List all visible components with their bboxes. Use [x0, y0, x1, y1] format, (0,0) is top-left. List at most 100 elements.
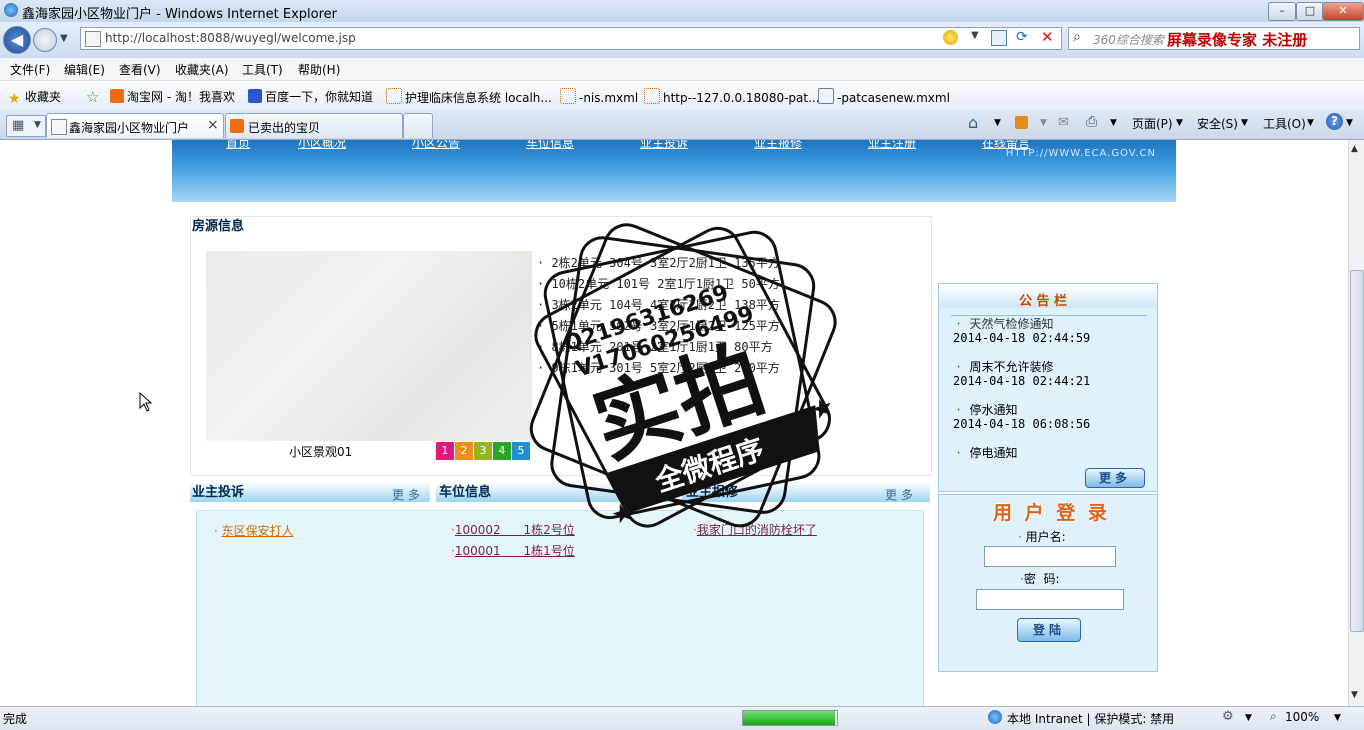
- refresh-icon[interactable]: ⟳: [1016, 29, 1028, 45]
- house-item[interactable]: · 5栋1单元 502号 3室2厅1厨2卫 125平方: [537, 317, 780, 334]
- nav-parking[interactable]: 车位信息: [526, 140, 574, 151]
- help-dropdown-icon[interactable]: ▼: [1346, 118, 1353, 128]
- nav-home[interactable]: 首页: [226, 140, 250, 151]
- help-icon[interactable]: ?: [1326, 113, 1343, 130]
- security-zone[interactable]: 本地 Intranet | 保护模式: 禁用: [1007, 710, 1174, 727]
- fav-label: http--127.0.0.18080-pat...: [663, 91, 820, 105]
- login-button[interactable]: 登陆: [1017, 618, 1081, 642]
- grid-icon: ▦: [12, 118, 25, 133]
- back-button[interactable]: ◀: [3, 26, 31, 54]
- pager-3[interactable]: 3: [474, 442, 492, 460]
- nav-announcements[interactable]: 小区公告: [412, 140, 460, 151]
- fav-baidu[interactable]: 百度一下，你就知道: [248, 88, 373, 105]
- tools-menu[interactable]: 工具(O): [1263, 115, 1306, 132]
- favorites-button[interactable]: ★ 收藏夹: [8, 88, 61, 107]
- address-bar[interactable]: http://localhost:8088/wuyegl/welcome.jsp…: [80, 27, 1062, 50]
- fav-patcasenew[interactable]: -patcasenew.mxml: [818, 88, 950, 105]
- page-icon: [51, 119, 67, 135]
- search-icon: ⌕: [1073, 29, 1081, 45]
- nav-repairs[interactable]: 业主报修: [754, 140, 802, 151]
- repairs-more-link[interactable]: 更多: [885, 486, 917, 503]
- menu-view[interactable]: 查看(V): [119, 61, 161, 78]
- fav-nis[interactable]: -nis.mxml: [560, 88, 638, 105]
- menu-file[interactable]: 文件(F): [10, 61, 50, 78]
- add-favorite-icon[interactable]: ☆: [86, 88, 99, 106]
- new-tab-button[interactable]: [403, 113, 433, 138]
- fav-nursing[interactable]: 护理临床信息系统 localh...: [386, 88, 552, 106]
- loading-icon: [644, 88, 660, 104]
- page-menu[interactable]: 页面(P): [1132, 115, 1173, 132]
- search-placeholder: 360综合搜索: [1093, 33, 1164, 47]
- notices-more-button[interactable]: 更多: [1085, 468, 1145, 488]
- home-icon[interactable]: ⌂: [968, 113, 978, 132]
- fav-patcase[interactable]: http--127.0.0.18080-pat...: [644, 88, 820, 105]
- parking-item[interactable]: ·100001 1栋1号位: [451, 542, 575, 559]
- notice-item[interactable]: · 停水通知: [955, 401, 1017, 418]
- menu-tools[interactable]: 工具(T): [242, 61, 283, 78]
- password-input[interactable]: [976, 589, 1124, 610]
- house-item[interactable]: · 2栋2单元 304号 3室2厅2厨1卫 135平方: [537, 254, 780, 271]
- tab-sold-items[interactable]: 已卖出的宝贝: [225, 113, 403, 138]
- nav-complaints[interactable]: 业主投诉: [640, 140, 688, 151]
- house-item[interactable]: · 3栋2单元 104号 4室2厅2厨2卫 138平方: [537, 296, 780, 313]
- menu-edit[interactable]: 编辑(E): [64, 61, 105, 78]
- notice-item[interactable]: · 天然气检修通知: [955, 315, 1053, 332]
- baidu-icon: [248, 89, 262, 103]
- complaints-more-link[interactable]: 更多: [392, 486, 424, 503]
- close-window-button[interactable]: ✕: [1322, 2, 1364, 21]
- nav-register[interactable]: 业主注册: [868, 140, 916, 151]
- tab-portal[interactable]: 鑫海家园小区物业门户 ×: [46, 113, 224, 138]
- pager-1[interactable]: 1: [436, 442, 454, 460]
- safety-menu[interactable]: 安全(S): [1197, 115, 1238, 132]
- zoom-level[interactable]: 100%: [1285, 710, 1319, 724]
- feeds-icon[interactable]: [1015, 116, 1028, 129]
- tab-label: 已卖出的宝贝: [248, 121, 321, 135]
- scroll-down-icon[interactable]: ▼: [1351, 690, 1358, 700]
- star-icon: ★: [8, 91, 21, 107]
- search-box[interactable]: ⌕ 360综合搜索 屏幕录像专家 未注册: [1068, 27, 1360, 50]
- complaint-item[interactable]: · 东区保安打人: [214, 522, 294, 539]
- pager-4[interactable]: 4: [493, 442, 511, 460]
- compat-view-icon[interactable]: [991, 30, 1007, 46]
- title-bar: 鑫海家园小区物业门户 - Windows Internet Explorer: [0, 0, 1364, 22]
- fav-taobao[interactable]: 淘宝网 - 淘！我喜欢: [110, 88, 235, 105]
- address-dropdown-icon[interactable]: ▼: [971, 30, 979, 41]
- compat-icon[interactable]: [943, 30, 958, 45]
- close-tab-icon[interactable]: ×: [207, 117, 219, 133]
- stop-icon[interactable]: ✕: [1041, 28, 1054, 46]
- pager-5[interactable]: 5: [512, 442, 530, 460]
- mail-icon[interactable]: ✉: [1058, 115, 1069, 130]
- parking-link[interactable]: 100002 1栋2号位: [455, 523, 575, 537]
- forward-button[interactable]: [33, 28, 57, 52]
- repair-item[interactable]: ·我家门口的消防栓坏了: [693, 521, 817, 538]
- notice-item[interactable]: · 周末不允许装修: [955, 358, 1053, 375]
- repair-link[interactable]: 我家门口的消防栓坏了: [697, 523, 817, 537]
- scrollbar-thumb[interactable]: [1350, 270, 1364, 632]
- print-dropdown-icon[interactable]: ▼: [1110, 118, 1117, 128]
- arrow-left-icon: ◀: [10, 30, 24, 49]
- print-icon[interactable]: ⎙: [1086, 114, 1097, 130]
- maximize-button[interactable]: □: [1296, 2, 1324, 21]
- history-dropdown-icon[interactable]: ▼: [60, 33, 68, 44]
- house-item[interactable]: · 9栋1单元 301号 5室2厅2厨2卫 200平方: [537, 359, 780, 376]
- scroll-up-icon[interactable]: ▲: [1351, 144, 1358, 154]
- quick-tabs-button[interactable]: ▦ ▼: [6, 115, 46, 137]
- username-input[interactable]: [984, 546, 1116, 567]
- minimize-button[interactable]: –: [1268, 2, 1296, 21]
- nav-overview[interactable]: 小区概况: [298, 140, 346, 151]
- house-item[interactable]: · 10栋2单元 101号 2室1厅1厨1卫 50平方: [537, 275, 780, 292]
- menu-favorites[interactable]: 收藏夹(A): [175, 61, 229, 78]
- zoom-icon: ⌕: [1270, 709, 1277, 723]
- parking-link[interactable]: 100001 1栋1号位: [455, 544, 575, 558]
- chevron-down-icon[interactable]: ▼: [1245, 713, 1252, 723]
- complaint-link[interactable]: 东区保安打人: [222, 524, 294, 538]
- home-dropdown-icon[interactable]: ▼: [994, 118, 1001, 128]
- notice-item[interactable]: · 停电通知: [955, 444, 1017, 461]
- parking-item[interactable]: ·100002 1栋2号位: [451, 521, 575, 538]
- zoom-dropdown-icon[interactable]: ▼: [1334, 713, 1341, 723]
- pager-2[interactable]: 2: [455, 442, 473, 460]
- house-item[interactable]: · 8栋1单元 201号 2室1厅1厨1卫 80平方: [537, 338, 773, 355]
- menu-help[interactable]: 帮助(H): [298, 61, 340, 78]
- protected-mode-icon[interactable]: ⚙: [1222, 709, 1234, 724]
- feeds-dropdown-icon[interactable]: ▼: [1040, 118, 1047, 128]
